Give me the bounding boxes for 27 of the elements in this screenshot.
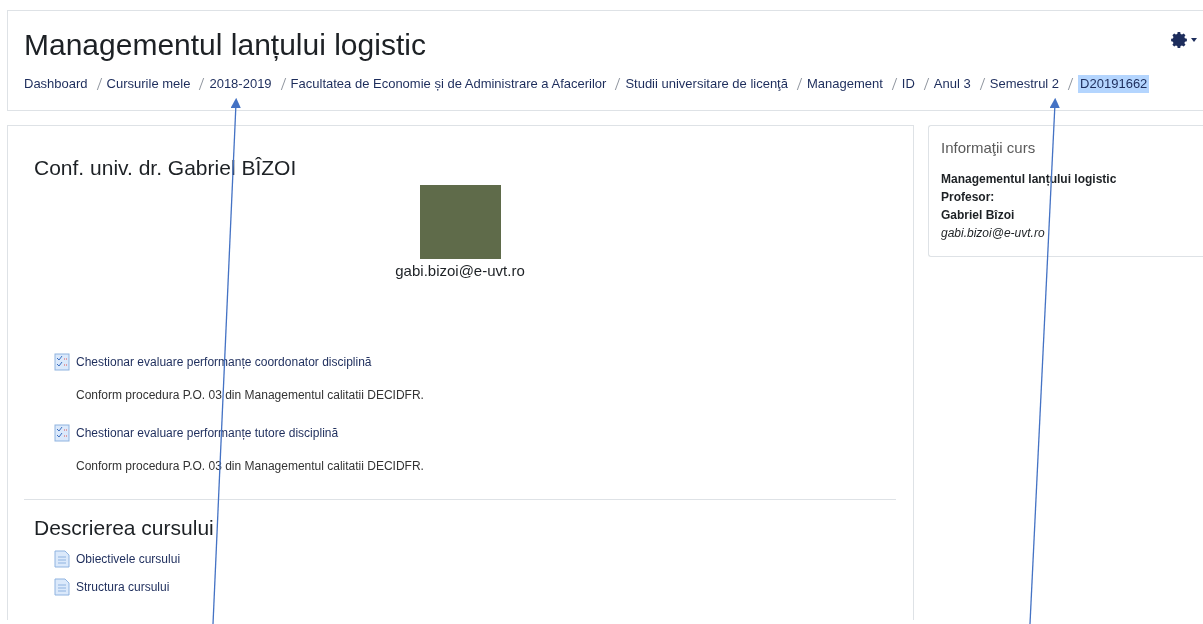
section-heading: Descrierea cursului [33,515,215,541]
breadcrumb-link[interactable]: Management [806,75,883,93]
breadcrumb-link[interactable]: 2018-2019 [209,75,272,93]
settings-menu[interactable] [1170,31,1197,49]
breadcrumb-link[interactable]: Semestrul 2 [989,75,1060,93]
teacher-email: gabi.bizoi@e-uvt.ro [941,225,1046,242]
breadcrumb-link[interactable]: D20191662 [1078,75,1150,93]
activity-description: Conform procedura P.O. 03 din Managementul calitatii DECIDFR. [75,387,425,404]
teacher-name: Gabriel Bîzoi [941,207,1016,224]
breadcrumb-link[interactable]: Facultatea de Economie și de Administrare a Afacerilor [290,75,607,93]
course-title: Managementul lanțului logistic [24,27,426,63]
checklist-icon [53,353,71,371]
breadcrumb-link[interactable]: ID [901,75,915,93]
card-title: Informaţii curs [941,138,1037,158]
checklist-icon [53,424,71,442]
breadcrumb-link[interactable]: Anul 3 [933,75,971,93]
caret-icon [1191,38,1197,42]
breadcrumb-link[interactable]: Studii universitare de licenţă [625,75,788,93]
email-link[interactable]: gabi.bizoi@e-uvt.ro [395,261,525,281]
teacher-label: Profesor: [941,189,996,206]
breadcrumb-link[interactable]: Dashboard [24,75,88,93]
page-icon [53,578,71,596]
page-icon [53,550,71,568]
resource-link[interactable]: Structura cursului [76,578,170,596]
settings-icon [1170,31,1188,49]
breadcrumb-link[interactable]: Cursurile mele [106,75,191,93]
resource-link[interactable]: Obiectivele cursului [76,550,181,568]
